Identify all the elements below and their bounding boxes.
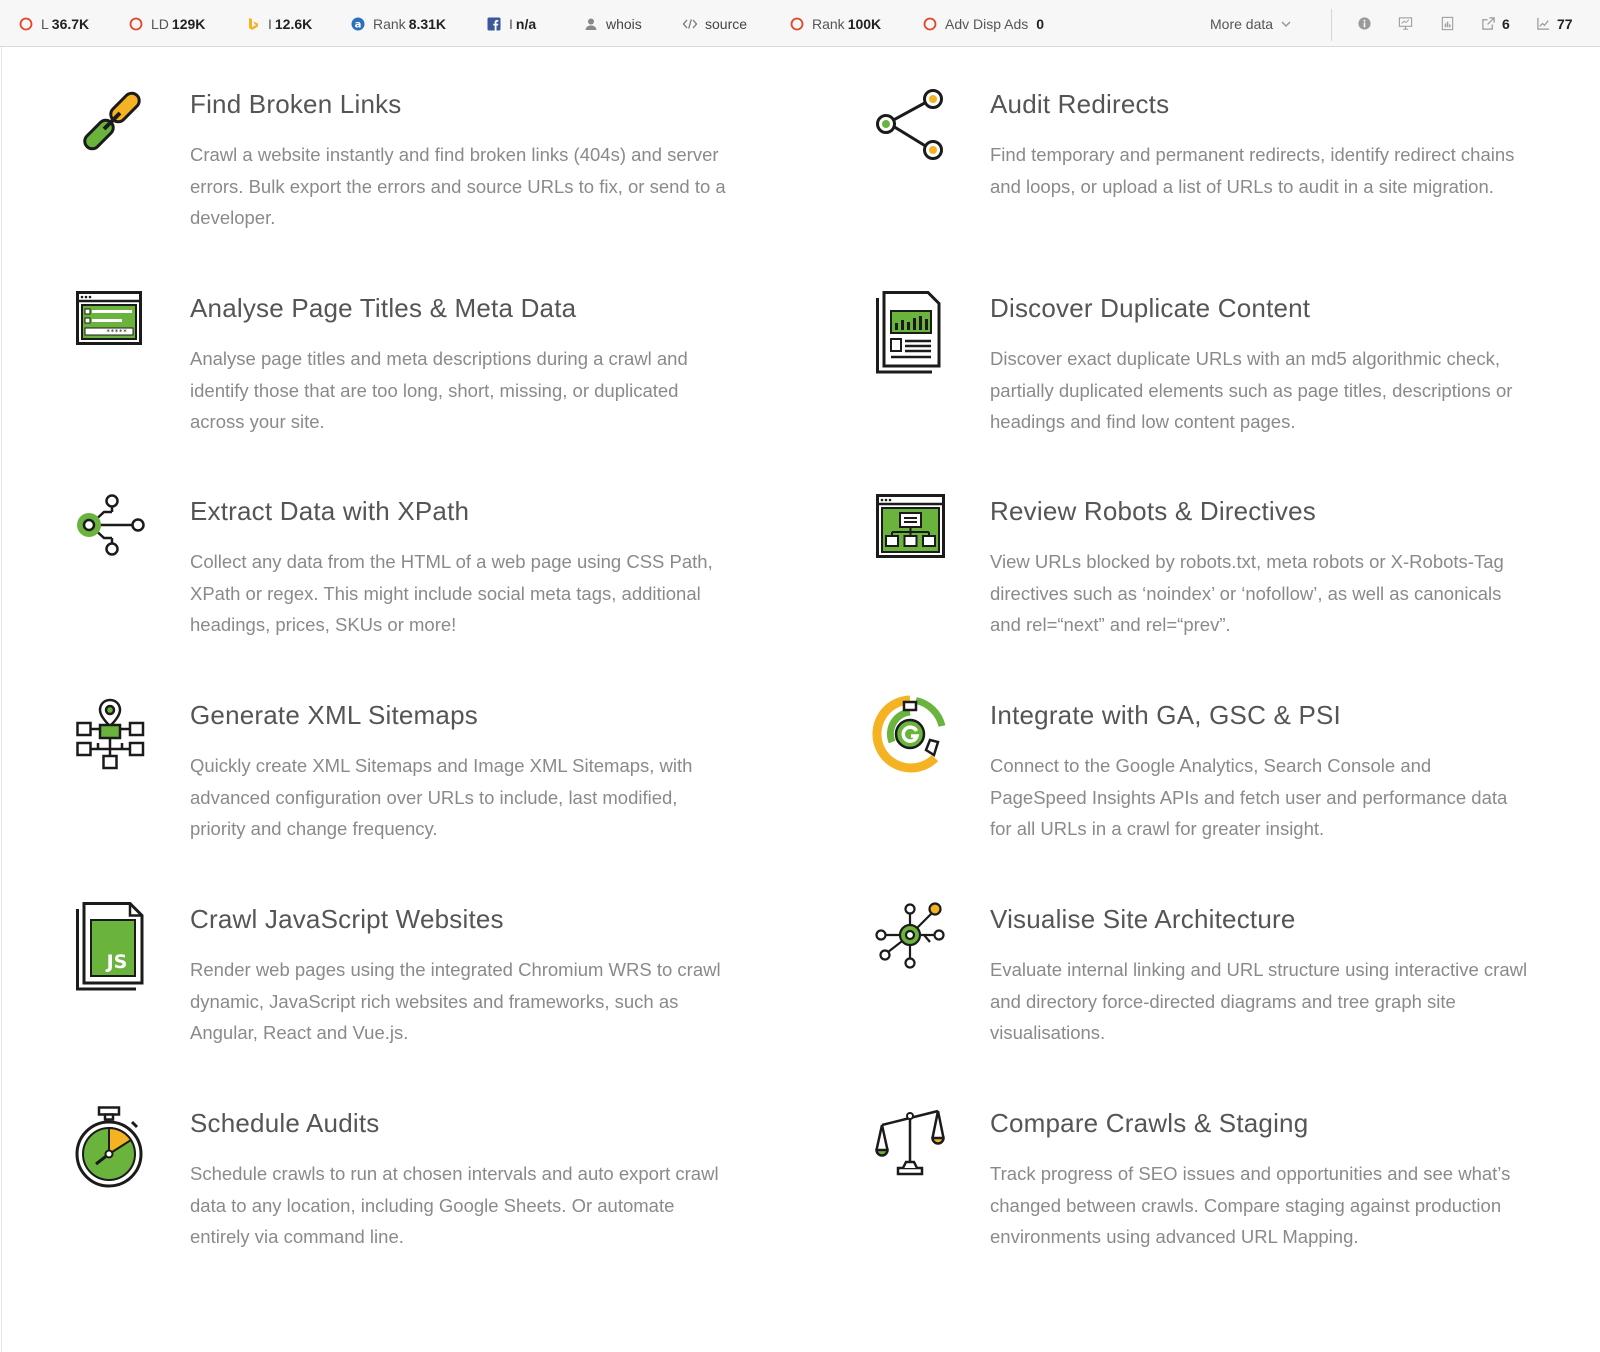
toolbar-item-whois[interactable]: whois [583,0,642,47]
feature-description: Find temporary and permanent redirects, … [990,144,1515,197]
page-frame-border [1,47,2,1352]
feature-description: View URLs blocked by robots.txt, meta ro… [990,551,1504,635]
google-gauge-icon [872,695,948,790]
svg-text:a: a [355,19,362,30]
feature-description: Evaluate internal linking and URL struct… [990,959,1528,1043]
feature-find-broken-links: Find Broken Links Crawl a website instan… [76,87,736,287]
feature-extract-data-xpath: Extract Data with XPath Collect any data… [76,494,736,694]
more-data-dropdown[interactable]: More data [1210,0,1299,47]
toolbar-item-adv-disp-ads[interactable]: Adv Disp Ads 0 [922,0,1044,47]
feature-description: Connect to the Google Analytics, Search … [990,755,1508,839]
feature-compare-crawls-staging: Compare Crawls & Staging Track progress … [875,1106,1536,1306]
facebook-icon [487,17,501,30]
document-icon [1441,16,1454,31]
user-icon [585,18,597,30]
circle-icon [19,17,33,30]
info-icon [1358,17,1371,30]
feature-title: Visualise Site Architecture [990,904,1296,934]
feature-title: Schedule Audits [190,1108,380,1138]
feature-review-robots-directives: Review Robots & Directives View URLs blo… [876,494,1536,694]
document-button[interactable] [1440,0,1455,47]
feature-crawl-javascript-websites: JS Crawl JavaScript Websites Render web … [76,902,736,1102]
svg-text:JS: JS [105,951,128,973]
redirect-icon [876,87,948,179]
code-icon [682,18,698,29]
chevron-down-icon [1281,20,1291,27]
feature-integrate-ga-gsc-psi: Integrate with GA, GSC & PSI Connect to … [872,695,1536,898]
xpath-nodes-icon [76,494,148,586]
feature-title: Integrate with GA, GSC & PSI [990,700,1341,730]
feature-title: Analyse Page Titles & Meta Data [190,293,577,323]
browser-window-icon: ***** [76,291,148,383]
toolbar-item-linking-domains[interactable]: LD 129K [128,0,205,47]
circle-icon [923,17,937,30]
toolbar-item-rank[interactable]: Rank 100K [789,0,881,47]
toolbar-item-links[interactable]: L 36.7K [18,0,89,47]
bing-icon [249,17,258,30]
toolbar-divider [1331,9,1332,41]
feature-description: Crawl a website instantly and find broke… [190,144,726,228]
feature-generate-xml-sitemaps: Generate XML Sitemaps Quickly create XML… [76,698,736,898]
toolbar-item-facebook[interactable]: In/a [486,0,536,47]
scales-icon [875,1106,948,1198]
stopwatch-icon [75,1106,148,1198]
duplicate-document-icon [876,291,948,383]
svg-text:*****: ***** [106,328,127,336]
feature-title: Discover Duplicate Content [990,293,1311,323]
sitemap-icon [76,698,148,790]
feature-title: Audit Redirects [990,89,1170,119]
toolbar-item-source[interactable]: source [682,0,747,47]
chart-icon [1537,17,1550,30]
feature-description: Analyse page titles and meta description… [190,348,688,432]
feature-schedule-audits: Schedule Audits Schedule crawls to run a… [75,1106,736,1306]
feature-title: Crawl JavaScript Websites [190,904,504,934]
alexa-icon: a [351,17,365,30]
feature-description: Quickly create XML Sitemaps and Image XM… [190,755,693,839]
circle-icon [129,17,143,30]
seo-toolbar: L 36.7K LD 129K I 12.6K a Rank 8.31K In/a wh… [0,0,1600,47]
feature-title: Find Broken Links [190,89,402,119]
javascript-file-icon: JS [76,902,148,994]
toolbar-item-alexa-rank[interactable]: a Rank 8.31K [350,0,446,47]
feature-description: Schedule crawls to run at chosen interva… [190,1163,719,1247]
external-link-icon [1482,17,1495,30]
broken-link-icon [76,87,148,179]
toolbar-item-bing-index[interactable]: I 12.6K [245,0,312,47]
feature-title: Review Robots & Directives [990,496,1316,526]
robots-window-icon [876,494,948,586]
feature-title: Compare Crawls & Staging [990,1108,1309,1138]
feature-title: Generate XML Sitemaps [190,700,478,730]
feature-audit-redirects: Audit Redirects Find temporary and perma… [876,87,1536,287]
circle-icon [790,17,804,30]
feature-description: Collect any data from the HTML of a web … [190,551,713,635]
feature-description: Track progress of SEO issues and opportu… [990,1163,1511,1247]
feature-visualise-site-architecture: Visualise Site Architecture Evaluate int… [875,902,1536,1102]
presentation-button[interactable] [1398,0,1413,47]
site-architecture-icon [875,902,948,994]
feature-description: Render web pages using the integrated Ch… [190,959,721,1043]
presentation-icon [1398,17,1413,30]
feature-analyse-page-titles: ***** Analyse Page Titles & Meta Data An… [76,291,736,491]
external-links-button[interactable]: 6 [1481,0,1510,47]
chart-button[interactable]: 77 [1536,0,1573,47]
info-button[interactable] [1357,0,1372,47]
feature-description: Discover exact duplicate URLs with an md… [990,348,1513,432]
feature-title: Extract Data with XPath [190,496,470,526]
feature-discover-duplicate-content: Discover Duplicate Content Discover exac… [876,291,1536,491]
